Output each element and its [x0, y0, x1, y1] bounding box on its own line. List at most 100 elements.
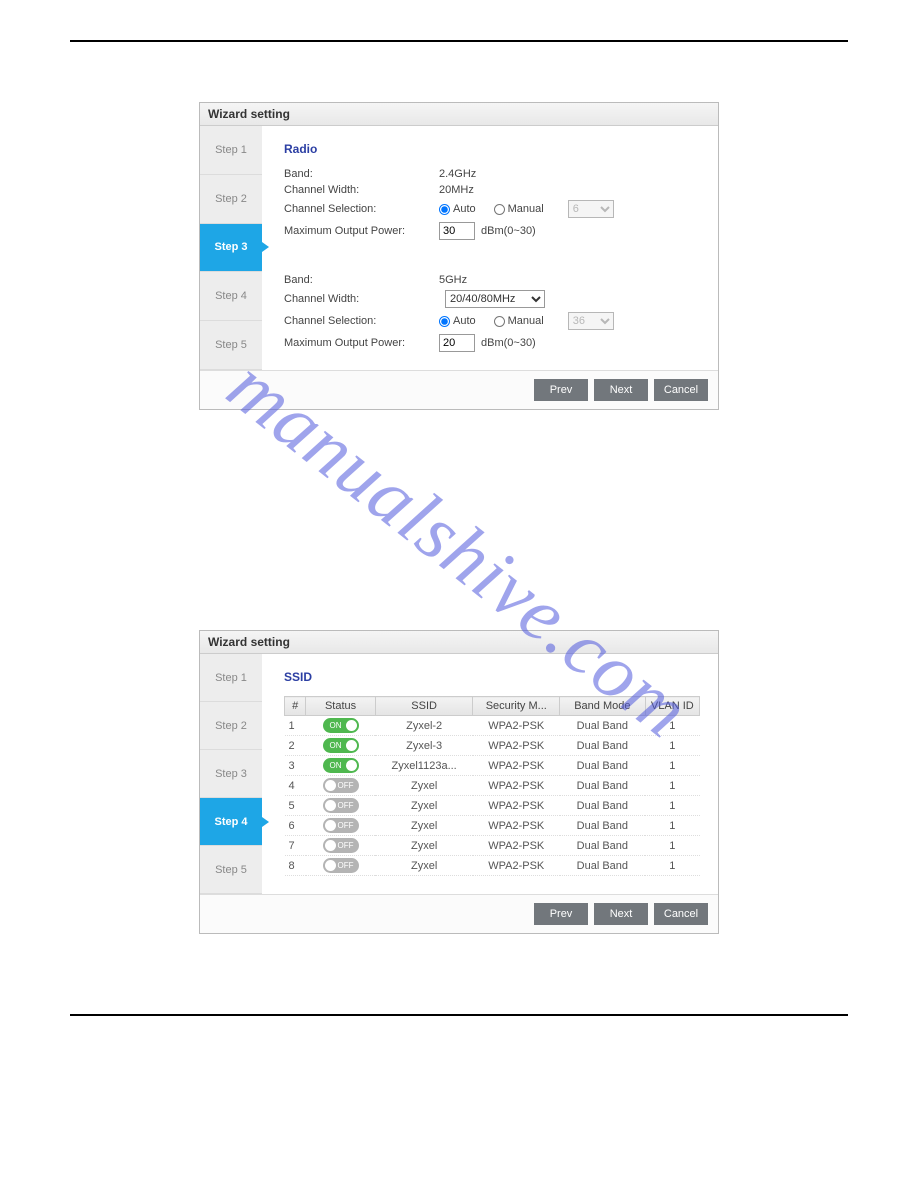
radio-auto-input[interactable]: [439, 204, 450, 215]
channel-width-select[interactable]: 20/40/80MHz: [445, 290, 545, 308]
cell-vlan: 1: [645, 816, 699, 836]
cell-bandmode: Dual Band: [560, 736, 646, 756]
panel-title: Wizard setting: [200, 103, 718, 126]
wizard-step[interactable]: Step 5: [200, 321, 262, 370]
cell-index: 7: [285, 836, 306, 856]
radio-manual-label: Manual: [508, 203, 544, 215]
wizard-step[interactable]: Step 1: [200, 126, 262, 175]
radio-auto-5g-label: Auto: [453, 315, 476, 327]
wizard-step[interactable]: Step 1: [200, 654, 262, 702]
cell-index: 2: [285, 736, 306, 756]
cell-index: 3: [285, 756, 306, 776]
status-toggle[interactable]: OFF: [323, 818, 359, 833]
wizard-steps: Step 1Step 2Step 3Step 4Step 5: [200, 126, 262, 370]
wizard-step[interactable]: Step 2: [200, 175, 262, 224]
cell-bandmode: Dual Band: [560, 816, 646, 836]
status-toggle[interactable]: ON: [323, 738, 359, 753]
table-row[interactable]: 1ONZyxel-2WPA2-PSKDual Band1: [285, 716, 700, 736]
prev-button-ssid[interactable]: Prev: [534, 903, 588, 925]
value-band-5g: 5GHz: [439, 274, 467, 286]
cell-ssid: Zyxel: [375, 856, 473, 876]
cell-security: WPA2-PSK: [473, 856, 560, 876]
wizard-step[interactable]: Step 5: [200, 846, 262, 894]
wizard-panel-radio: Wizard setting Step 1Step 2Step 3Step 4S…: [199, 102, 719, 410]
cell-status: ON: [306, 756, 376, 776]
cell-security: WPA2-PSK: [473, 796, 560, 816]
cell-ssid: Zyxel: [375, 836, 473, 856]
cancel-button-ssid[interactable]: Cancel: [654, 903, 708, 925]
table-header: Band Mode: [560, 697, 646, 716]
cell-vlan: 1: [645, 716, 699, 736]
status-toggle[interactable]: ON: [323, 758, 359, 773]
status-toggle[interactable]: OFF: [323, 838, 359, 853]
radio-manual-input[interactable]: [494, 204, 505, 215]
radio-auto-5g-input[interactable]: [439, 316, 450, 327]
table-row[interactable]: 2ONZyxel-3WPA2-PSKDual Band1: [285, 736, 700, 756]
wizard-step[interactable]: Step 3: [200, 750, 262, 798]
table-row[interactable]: 8OFFZyxelWPA2-PSKDual Band1: [285, 856, 700, 876]
cell-bandmode: Dual Band: [560, 756, 646, 776]
table-row[interactable]: 3ONZyxel1123a...WPA2-PSKDual Band1: [285, 756, 700, 776]
max-output-power-input[interactable]: [439, 222, 475, 240]
radio-manual-5g-input[interactable]: [494, 316, 505, 327]
cell-ssid: Zyxel-3: [375, 736, 473, 756]
panel-title-ssid: Wizard setting: [200, 631, 718, 654]
cell-vlan: 1: [645, 796, 699, 816]
table-header: Security M...: [473, 697, 560, 716]
table-row[interactable]: 5OFFZyxelWPA2-PSKDual Band1: [285, 796, 700, 816]
cell-vlan: 1: [645, 736, 699, 756]
page-top-divider: [70, 40, 848, 42]
prev-button[interactable]: Prev: [534, 379, 588, 401]
cell-vlan: 1: [645, 756, 699, 776]
cell-index: 6: [285, 816, 306, 836]
label-max-output-power: Maximum Output Power:: [284, 225, 439, 237]
cell-index: 4: [285, 776, 306, 796]
cell-security: WPA2-PSK: [473, 816, 560, 836]
label-band-5g: Band:: [284, 274, 439, 286]
cancel-button[interactable]: Cancel: [654, 379, 708, 401]
cell-bandmode: Dual Band: [560, 776, 646, 796]
max-output-power-5g-input[interactable]: [439, 334, 475, 352]
label-channel-width: Channel Width:: [284, 184, 439, 196]
status-toggle[interactable]: ON: [323, 718, 359, 733]
label-channel-selection-5g: Channel Selection:: [284, 315, 439, 327]
next-button-ssid[interactable]: Next: [594, 903, 648, 925]
cell-vlan: 1: [645, 856, 699, 876]
wizard-step[interactable]: Step 3: [200, 224, 262, 273]
cell-status: OFF: [306, 836, 376, 856]
cell-ssid: Zyxel-2: [375, 716, 473, 736]
cell-ssid: Zyxel: [375, 816, 473, 836]
status-toggle[interactable]: OFF: [323, 858, 359, 873]
radio-manual-5g[interactable]: Manual: [494, 315, 544, 327]
radio-auto-5g[interactable]: Auto: [439, 315, 476, 327]
table-row[interactable]: 6 OFF ZyxelWPA2-PSKDual Band1: [285, 816, 700, 836]
cell-vlan: 1: [645, 836, 699, 856]
ssid-table: #StatusSSIDSecurity M...Band ModeVLAN ID…: [284, 696, 700, 876]
label-max-output-power-5g: Maximum Output Power:: [284, 337, 439, 349]
radio-auto-label: Auto: [453, 203, 476, 215]
status-toggle[interactable]: OFF: [323, 798, 359, 813]
value-band: 2.4GHz: [439, 168, 476, 180]
next-button[interactable]: Next: [594, 379, 648, 401]
status-toggle[interactable]: OFF: [323, 778, 359, 793]
label-channel-selection: Channel Selection:: [284, 203, 439, 215]
radio-auto[interactable]: Auto: [439, 203, 476, 215]
page-bottom-divider: [70, 1014, 848, 1016]
table-header: VLAN ID: [645, 697, 699, 716]
section-heading-ssid: SSID: [284, 670, 700, 684]
channel-select-disabled: 6: [568, 200, 614, 218]
wizard-steps-ssid: Step 1Step 2Step 3Step 4Step 5: [200, 654, 262, 894]
cell-status: OFF: [306, 796, 376, 816]
cell-ssid: Zyxel1123a...: [375, 756, 473, 776]
cell-vlan: 1: [645, 776, 699, 796]
table-row[interactable]: 7OFFZyxelWPA2-PSKDual Band1: [285, 836, 700, 856]
wizard-step[interactable]: Step 2: [200, 702, 262, 750]
wizard-step[interactable]: Step 4: [200, 272, 262, 321]
label-band: Band:: [284, 168, 439, 180]
radio-manual[interactable]: Manual: [494, 203, 544, 215]
cell-status: ON: [306, 736, 376, 756]
table-row[interactable]: 4OFFZyxelWPA2-PSKDual Band1: [285, 776, 700, 796]
cell-bandmode: Dual Band: [560, 836, 646, 856]
cell-ssid: Zyxel: [375, 776, 473, 796]
wizard-step[interactable]: Step 4: [200, 798, 262, 846]
